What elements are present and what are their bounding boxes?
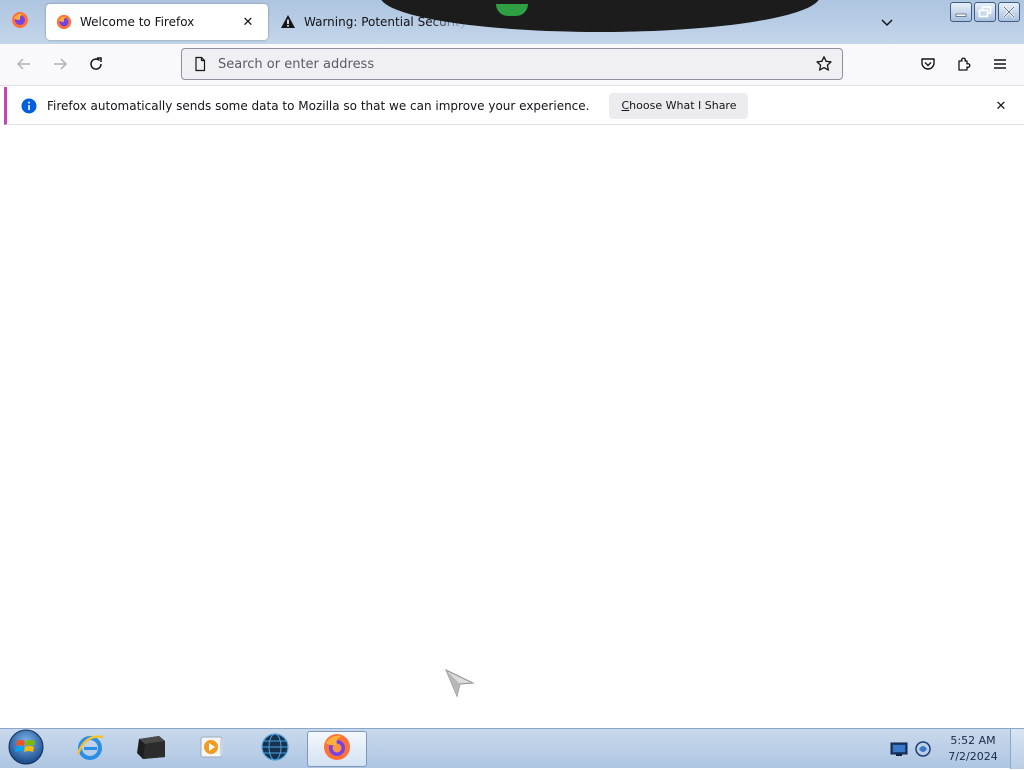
- close-tab-icon[interactable]: ✕: [238, 12, 258, 32]
- chevron-down-icon: [880, 14, 894, 33]
- list-all-tabs-button[interactable]: [876, 12, 898, 34]
- taskbar-firefox[interactable]: [307, 731, 367, 767]
- tab-title: Welcome to Firefox: [80, 15, 195, 29]
- show-desktop-button[interactable]: [1010, 729, 1024, 769]
- taskbar-windows-explorer[interactable]: [123, 731, 179, 767]
- button-accesskey: C: [621, 99, 630, 112]
- clock-date: 7/2/2024: [948, 750, 998, 763]
- forward-button[interactable]: [46, 52, 74, 80]
- taskbar-internet-explorer[interactable]: [62, 731, 118, 767]
- data-reporting-notification: Firefox automatically sends some data to…: [4, 87, 1024, 125]
- application-menu-button[interactable]: [986, 52, 1014, 80]
- reload-button[interactable]: [82, 52, 110, 80]
- start-button[interactable]: [6, 728, 46, 770]
- mouse-pointer-icon: [444, 668, 476, 702]
- taskbar-media-player[interactable]: [184, 731, 240, 767]
- info-icon: [21, 98, 37, 114]
- page-icon: [192, 56, 208, 72]
- minimize-button[interactable]: [950, 2, 972, 22]
- warning-icon: [280, 14, 296, 30]
- tab-security-warning[interactable]: Warning: Potential Security Risk Ahead: [270, 4, 480, 40]
- taskbar-network-app[interactable]: [247, 731, 303, 767]
- network-globe-icon: [260, 732, 290, 766]
- save-to-pocket-button[interactable]: [914, 52, 942, 80]
- close-icon: [1002, 3, 1016, 22]
- taskbar: 5:52 AM 7/2/2024: [0, 728, 1024, 770]
- volume-icon[interactable]: [914, 740, 932, 758]
- title-bar: Welcome to Firefox ✕ Warning: Potential …: [0, 0, 1024, 44]
- page-content[interactable]: [0, 126, 1024, 728]
- firefox-view-button[interactable]: [8, 10, 32, 34]
- system-clock[interactable]: 5:52 AM 7/2/2024: [944, 733, 1002, 765]
- extensions-button[interactable]: [950, 52, 978, 80]
- back-arrow-icon: [16, 56, 32, 76]
- internet-explorer-icon: [75, 732, 105, 766]
- firefox-icon: [322, 732, 352, 766]
- network-status-icon[interactable]: [890, 741, 908, 757]
- clock-time: 5:52 AM: [950, 734, 996, 747]
- close-notification-icon[interactable]: ✕: [992, 97, 1010, 115]
- notification-message: Firefox automatically sends some data to…: [47, 98, 590, 113]
- url-input[interactable]: [216, 52, 812, 76]
- reload-icon: [88, 56, 104, 76]
- start-orb-icon: [7, 728, 45, 770]
- forward-arrow-icon: [52, 56, 68, 76]
- back-button[interactable]: [10, 52, 38, 80]
- minimize-icon: [954, 3, 968, 22]
- address-bar[interactable]: [181, 48, 843, 80]
- explorer-icon: [135, 733, 167, 765]
- choose-what-i-share-button[interactable]: Choose What I Share: [609, 92, 749, 119]
- puzzle-piece-icon: [956, 56, 972, 76]
- firefox-icon: [56, 14, 72, 30]
- bookmark-star-icon[interactable]: [812, 52, 836, 76]
- close-window-button[interactable]: [998, 2, 1020, 22]
- media-player-icon: [198, 733, 226, 765]
- tab-welcome[interactable]: Welcome to Firefox ✕: [46, 4, 268, 40]
- pocket-icon: [920, 56, 936, 76]
- hamburger-menu-icon: [992, 56, 1008, 76]
- firefox-icon: [11, 11, 29, 33]
- button-label: hoose What I Share: [629, 99, 737, 112]
- navigation-toolbar: [0, 44, 1024, 86]
- restore-button[interactable]: [974, 2, 996, 22]
- restore-icon: [978, 3, 992, 22]
- tab-title: Warning: Potential Security Risk Ahead: [304, 15, 470, 29]
